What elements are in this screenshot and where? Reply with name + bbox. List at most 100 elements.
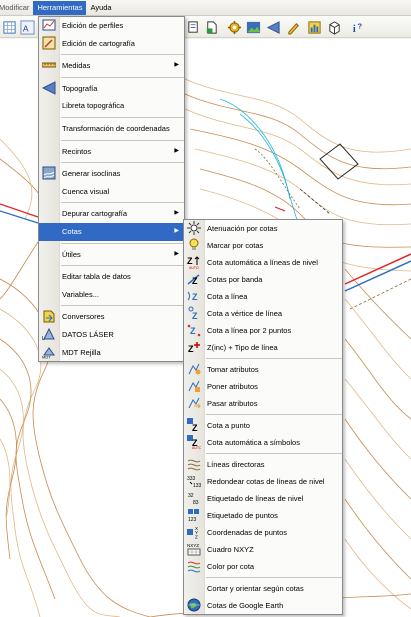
- select-icon[interactable]: [185, 19, 201, 35]
- menu-item-marcar-por-cotas[interactable]: Marcar por cotas: [184, 237, 342, 254]
- converter-icon: [41, 309, 56, 323]
- menu-item-label: Conversores: [62, 312, 105, 322]
- ruler-icon: [41, 58, 56, 72]
- menu-item-edicion-perfiles[interactable]: Edición de perfiles: [39, 17, 184, 35]
- svg-text:Z: Z: [187, 256, 193, 266]
- menu-item-datos-laser[interactable]: L DATOS LÁSER: [39, 326, 184, 344]
- menu-item-tomar-atributos[interactable]: Tomar atributos: [184, 361, 342, 378]
- menu-ayuda[interactable]: Ayuda: [86, 1, 115, 15]
- grid-icon[interactable]: [1, 19, 17, 35]
- menu-item-label: Topografía: [62, 83, 98, 93]
- menu-separator: [206, 577, 342, 578]
- menu-item-lineas-directoras[interactable]: Líneas directoras: [184, 456, 342, 473]
- gear-icon[interactable]: [226, 19, 242, 35]
- take-attrs-icon: [186, 362, 201, 376]
- svg-text:AUTO: AUTO: [192, 446, 201, 449]
- text-icon[interactable]: A: [19, 19, 35, 35]
- z-auto-icon: Z AUTO: [186, 255, 201, 269]
- z-band-icon: Z: [186, 272, 201, 286]
- menu-item-cuenca-visual[interactable]: Cuenca visual: [39, 183, 184, 201]
- info-help-icon[interactable]: i?: [349, 19, 365, 35]
- menu-item-conversores[interactable]: Conversores: [39, 308, 184, 326]
- submenu-arrow-icon: ▶: [174, 227, 179, 234]
- svg-text:Z: Z: [195, 535, 198, 540]
- menu-modificar[interactable]: Modificar: [0, 1, 33, 15]
- menu-item-utiles[interactable]: Útiles ▶: [39, 246, 184, 264]
- svg-text:123: 123: [188, 517, 197, 522]
- menu-separator: [61, 265, 184, 267]
- svg-text:MDT: MDT: [42, 354, 51, 359]
- menu-item-edicion-cartografia[interactable]: Edición de cartografía: [39, 35, 184, 53]
- menu-item-variables[interactable]: Variables...: [39, 286, 184, 304]
- menu-separator: [206, 358, 342, 359]
- menu-herramientas[interactable]: Herramientas: [33, 0, 87, 15]
- pencil-icon[interactable]: [285, 19, 301, 35]
- menu-item-redondear-cotas[interactable]: 333 133 Redondear cotas de líneas de nive…: [184, 473, 342, 490]
- menu-item-label: Cota a línea: [207, 292, 248, 301]
- image-icon[interactable]: [245, 19, 261, 35]
- menu-item-transformacion-coordenadas[interactable]: Transformación de coordenadas: [39, 120, 184, 138]
- svg-text:L: L: [42, 336, 45, 341]
- menu-item-editar-tabla[interactable]: Editar tabla de datos: [39, 268, 184, 286]
- menu-item-label: Depurar cartografía: [62, 209, 128, 219]
- document-icon[interactable]: [203, 19, 219, 35]
- menu-item-poner-atributos[interactable]: Poner atributos: [184, 378, 342, 395]
- menu-item-cota-a-linea[interactable]: Z Cota a línea: [184, 288, 342, 305]
- menu-item-label: Etiquetado de líneas de nivel: [207, 494, 304, 503]
- menu-item-label: Cotas por banda: [207, 275, 263, 284]
- submenu-arrow-icon: ▶: [174, 250, 179, 257]
- bulb-icon: [186, 238, 201, 252]
- menu-item-label: DATOS LÁSER: [62, 329, 114, 339]
- svg-text:Z: Z: [188, 344, 194, 354]
- menu-item-label: Cotas de Google Earth: [207, 601, 284, 610]
- menu-item-cota-vertice-linea[interactable]: Z Cota a vértice de línea: [184, 305, 342, 322]
- menu-item-zinc-tipo-linea[interactable]: Z Z(inc) + Tipo de línea: [184, 339, 342, 356]
- globe-icon: [186, 598, 201, 612]
- menu-item-cotas-google-earth[interactable]: Cotas de Google Earth: [184, 597, 342, 614]
- svg-text:333: 333: [187, 476, 196, 482]
- menu-item-label: Redondear cotas de líneas de nivel: [207, 477, 325, 486]
- menu-item-libreta-topografica[interactable]: Libreta topográfica: [39, 97, 184, 115]
- arrow-icon[interactable]: [265, 19, 281, 35]
- menu-item-cota-a-punto[interactable]: Z Cota a punto: [184, 417, 342, 434]
- menu-bar: Modificar Herramientas Ayuda: [0, 0, 411, 16]
- menu-item-recintos[interactable]: Recintos ▶: [39, 143, 184, 161]
- menu-item-label: Marcar por cotas: [207, 241, 264, 250]
- svg-text:i: i: [352, 24, 355, 35]
- menu-item-pasar-atributos[interactable]: Pasar atributos: [184, 395, 342, 412]
- menu-item-label: Editar tabla de datos: [62, 272, 131, 282]
- menu-item-label: Edición de perfiles: [62, 21, 124, 30]
- z-point-icon: Z: [186, 418, 201, 432]
- svg-text:Z: Z: [192, 423, 198, 432]
- menu-item-cota-linea-2-puntos[interactable]: Z Cota a línea por 2 puntos: [184, 322, 342, 339]
- menu-item-color-por-cota[interactable]: Color por cota: [184, 558, 342, 575]
- menu-separator: [61, 54, 184, 56]
- menu-item-topografia[interactable]: Topografía: [39, 80, 184, 98]
- pass-attrs-icon: [186, 396, 201, 410]
- menu-item-atenuacion-por-cotas[interactable]: Atenuación por cotas: [184, 220, 342, 237]
- menu-item-mdt-rejilla[interactable]: MDT MDT Rejilla: [39, 344, 184, 362]
- menu-item-depurar-cartografia[interactable]: Depurar cartografía ▶: [39, 205, 184, 223]
- menu-item-cotas[interactable]: Cotas ▶: [39, 222, 184, 241]
- menu-item-etiquetado-lineas[interactable]: 32 83 Etiquetado de líneas de nivel: [184, 490, 342, 507]
- menu-item-cotas-por-banda[interactable]: Z Cotas por banda: [184, 271, 342, 288]
- box-icon[interactable]: [326, 19, 342, 35]
- herramientas-menu: Edición de perfiles Edición de cartograf…: [38, 16, 185, 363]
- menu-item-coordenadas-puntos[interactable]: XYZ Coordenadas de puntos: [184, 524, 342, 541]
- menu-item-medidas[interactable]: Medidas ▶: [39, 57, 184, 75]
- label-points-icon: 123: [186, 508, 201, 522]
- menu-item-generar-isoclinas[interactable]: Generar isoclinas: [39, 165, 184, 183]
- menu-item-cota-automatica-lineas[interactable]: Z AUTO Cota automática a líneas de nivel: [184, 254, 342, 271]
- put-attrs-icon: [186, 379, 201, 393]
- chart-icon[interactable]: [306, 19, 322, 35]
- menu-item-etiquetado-puntos[interactable]: 123 Etiquetado de puntos: [184, 507, 342, 524]
- z-two-points-icon: Z: [186, 323, 201, 337]
- mdt-grid-icon: MDT: [41, 345, 56, 359]
- color-icon: [186, 559, 201, 573]
- menu-item-cortar-orientar[interactable]: Cortar y orientar según cotas: [184, 580, 342, 597]
- menu-separator: [206, 414, 342, 415]
- menu-item-cota-automatica-simbolos[interactable]: Z AUTO Cota automática a símbolos: [184, 434, 342, 451]
- svg-text:Z: Z: [190, 326, 196, 336]
- menu-separator: [61, 76, 184, 78]
- menu-item-cuadro-nxyz[interactable]: NXYZ Cuadro NXYZ: [184, 541, 342, 558]
